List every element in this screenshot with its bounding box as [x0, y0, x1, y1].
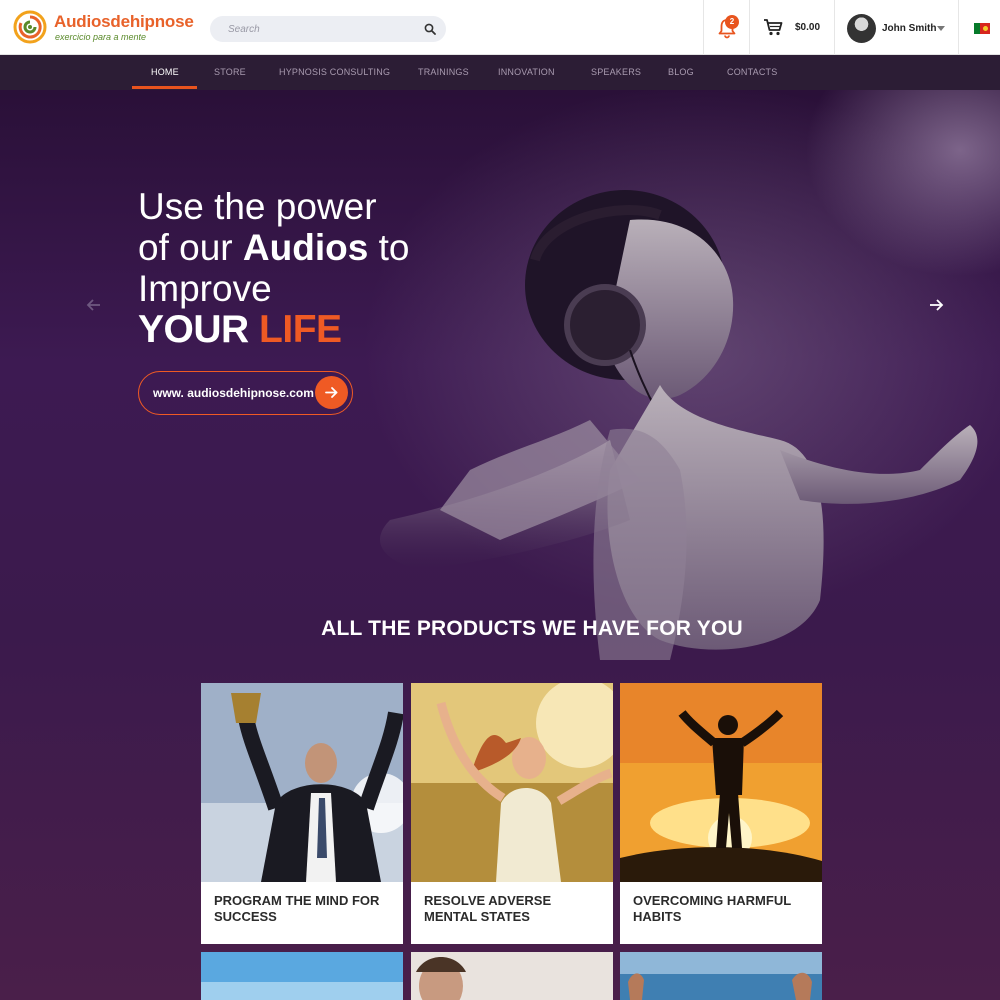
avatar[interactable] [847, 14, 876, 43]
hero-cta-label: www. audiosdehipnose.com [153, 386, 314, 400]
site-header: Audiosdehipnose exercicio para a mente 2… [0, 0, 1000, 55]
cta-arrow-button[interactable] [315, 376, 348, 409]
nav-item-contacts[interactable]: CONTACTS [727, 55, 777, 90]
hero-cta-button[interactable]: www. audiosdehipnose.com [138, 371, 353, 415]
header-divider [703, 0, 704, 55]
section-title: ALL THE PRODUCTS WE HAVE FOR YOU [321, 617, 743, 640]
search-icon[interactable] [424, 23, 436, 35]
product-image [201, 683, 403, 882]
product-image [411, 683, 613, 882]
product-image[interactable] [620, 952, 822, 1000]
hero-big-orange: LIFE [259, 308, 342, 351]
nav-item-blog[interactable]: BLOG [668, 55, 694, 90]
header-divider [749, 0, 750, 55]
product-card[interactable]: PROGRAM THE MIND FOR SUCCESS [201, 683, 403, 944]
spiral-logo-icon [13, 10, 47, 44]
product-card[interactable]: RESOLVE ADVERSE MENTAL STATES [411, 683, 613, 944]
product-title: OVERCOMING HARMFUL HABITS [633, 893, 791, 924]
product-image[interactable] [411, 952, 613, 1000]
header-divider [834, 0, 835, 55]
arrow-right-icon [325, 387, 338, 398]
slider-next-arrow-icon[interactable] [928, 298, 944, 312]
nav-item-innovation[interactable]: INNOVATION [498, 55, 555, 90]
header-divider [958, 0, 959, 55]
main-nav: HOME STORE HYPNOSIS CONSULTING TRAININGS… [0, 55, 1000, 90]
nav-item-hypnosis-consulting[interactable]: HYPNOSIS CONSULTING [279, 55, 390, 90]
user-name[interactable]: John Smith [882, 23, 936, 34]
hero-big-line: YOUR LIFE [138, 308, 342, 352]
notification-badge: 2 [725, 15, 739, 29]
hero-line-1: Use the power [138, 186, 377, 227]
hero-big-white: YOUR [138, 308, 249, 351]
brand-name: Audiosdehipnose [54, 12, 194, 31]
hero-line-2: of our Audios to [138, 227, 410, 268]
product-title: RESOLVE ADVERSE MENTAL STATES [424, 893, 552, 924]
product-title: PROGRAM THE MIND FOR SUCCESS [214, 893, 380, 924]
nav-item-trainings[interactable]: TRAININGS [418, 55, 469, 90]
product-image [620, 683, 822, 882]
active-nav-indicator [132, 86, 197, 89]
hero-banner: Use the power of our Audios to Improve Y… [0, 90, 1000, 1000]
search-input[interactable] [228, 16, 418, 42]
hero-line-3: Improve [138, 268, 272, 309]
cart-icon[interactable] [763, 18, 783, 36]
brand-tagline: exercicio para a mente [55, 32, 147, 42]
nav-item-speakers[interactable]: SPEAKERS [591, 55, 641, 90]
hero-headline: Use the power of our Audios to Improve [138, 186, 409, 309]
cart-total[interactable]: $0.00 [795, 22, 820, 33]
search-bar [210, 16, 446, 42]
chevron-down-icon[interactable] [937, 26, 945, 31]
product-card[interactable]: OVERCOMING HARMFUL HABITS [620, 683, 822, 944]
nav-item-store[interactable]: STORE [214, 55, 246, 90]
brand-logo[interactable]: Audiosdehipnose exercicio para a mente [12, 8, 202, 46]
slider-prev-arrow-icon[interactable] [86, 298, 102, 312]
nav-item-home[interactable]: HOME [151, 55, 179, 90]
product-image[interactable] [201, 952, 403, 1000]
portugal-flag-icon[interactable] [974, 23, 990, 34]
